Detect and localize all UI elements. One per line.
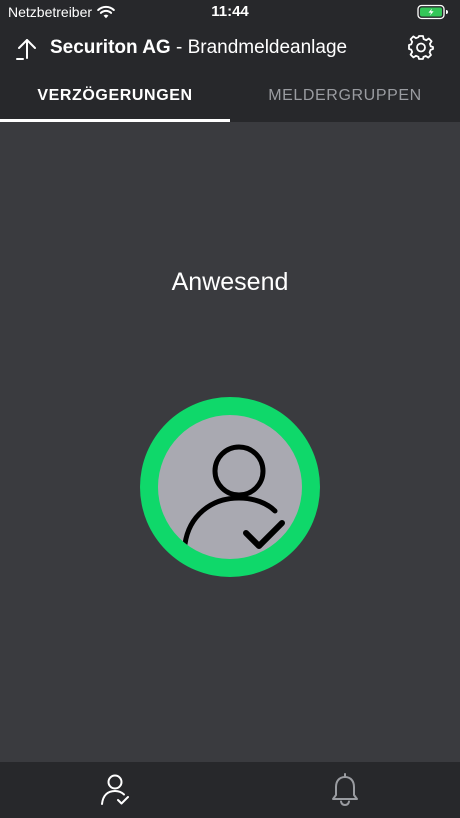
arrow-up-icon[interactable]: [14, 36, 40, 62]
bell-icon[interactable]: [328, 772, 362, 808]
battery-icon: [417, 4, 451, 20]
presence-toggle-button[interactable]: [140, 397, 320, 577]
presence-toggle-inner: [158, 415, 302, 559]
top-bar: Netzbetreiber 11:44 Securiton AG - Brand…: [0, 0, 460, 122]
presence-state-label: Anwesend: [171, 268, 289, 296]
app-screen: Netzbetreiber 11:44 Securiton AG - Brand…: [0, 0, 460, 818]
gear-icon[interactable]: [408, 34, 434, 60]
active-tab-indicator: [0, 119, 230, 122]
status-time: 11:44: [211, 3, 249, 20]
person-check-icon[interactable]: [98, 772, 132, 808]
bottom-tab-bar: [0, 762, 460, 818]
status-bar: Netzbetreiber 11:44: [0, 0, 460, 24]
person-check-icon: [182, 444, 285, 549]
company-name: Securiton AG: [50, 37, 171, 58]
tab-bar: Verzögerungen Meldergruppen: [0, 78, 460, 122]
system-name: Brandmeldeanlage: [187, 37, 348, 58]
page-title: Securiton AG - Brandmeldeanlage: [50, 36, 347, 60]
tab-verzoegerungen[interactable]: Verzögerungen: [0, 78, 230, 122]
title-separator: -: [170, 37, 188, 58]
navigation-bar: Securiton AG - Brandmeldeanlage: [0, 28, 460, 68]
tab-meldergruppen[interactable]: Meldergruppen: [230, 78, 460, 122]
